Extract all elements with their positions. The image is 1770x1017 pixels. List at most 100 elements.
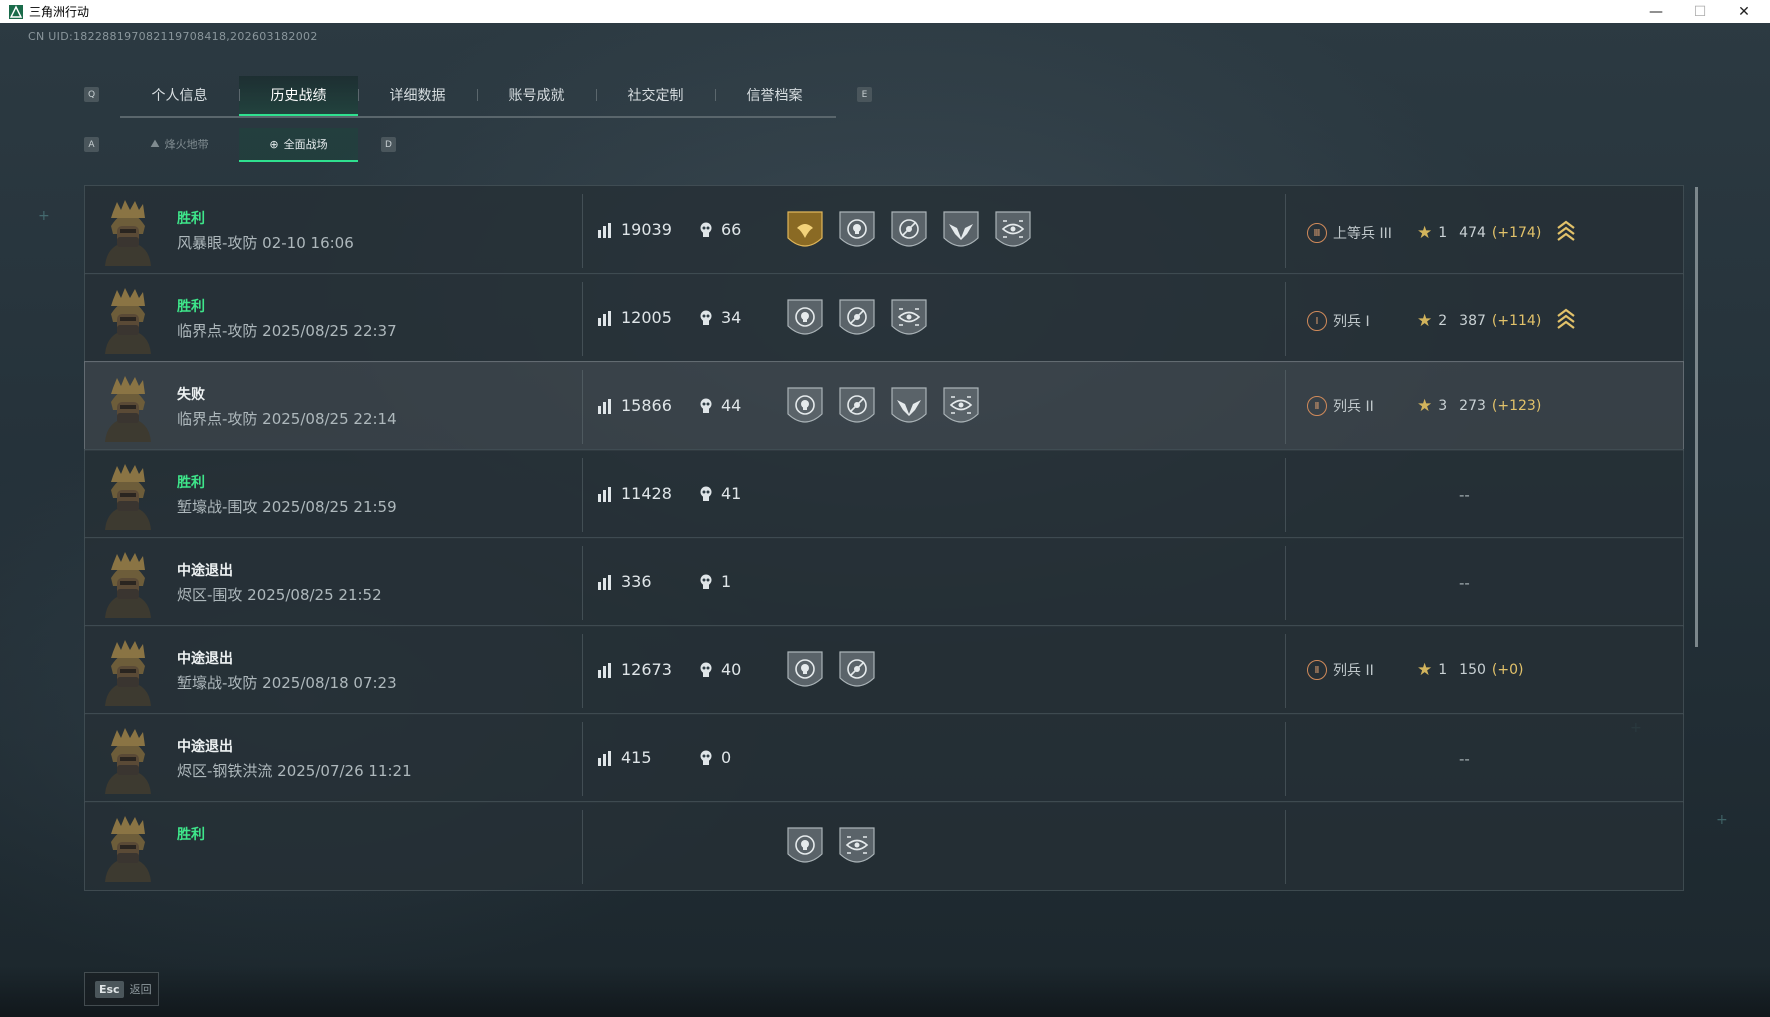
divider (1285, 370, 1286, 444)
match-row[interactable]: 胜利 堑壕战-围攻 2025/08/25 21:59 11428 41 -- (84, 449, 1684, 539)
bar-chart-icon (598, 486, 611, 502)
skull-medal-icon[interactable] (785, 824, 825, 870)
bar-chart-icon (598, 662, 611, 678)
operator-avatar (97, 812, 159, 882)
kills-value: 44 (721, 396, 742, 415)
rank-info: Ⅰ 列兵 I ★ 2 387 (+114) (1307, 308, 1575, 334)
rank-emblem-icon: Ⅲ (1307, 223, 1327, 243)
subtab-1[interactable]: ⊕ 全面战场 (239, 128, 358, 162)
winged-skull-medal-icon[interactable] (941, 208, 981, 254)
match-result: 胜利 (177, 827, 205, 843)
next-subtab-key[interactable]: D (381, 137, 396, 152)
prev-tab-key[interactable]: Q (84, 87, 99, 102)
divider (1285, 634, 1286, 708)
map-and-time: 烬区-围攻 2025/08/25 21:52 (177, 586, 382, 604)
no-entry-medal-icon[interactable] (837, 648, 877, 694)
rank-emblem-icon: Ⅱ (1307, 396, 1327, 416)
tab-3[interactable]: 账号成就 (477, 76, 596, 114)
divider (1285, 722, 1286, 796)
app-logo-icon (9, 4, 23, 19)
score-value: 336 (621, 572, 652, 591)
kills-value: 40 (721, 660, 742, 679)
skull-medal-icon[interactable] (785, 296, 825, 342)
tab-4[interactable]: 社交定制 (596, 76, 715, 114)
rank-info: Ⅱ 列兵 II ★ 1 150 (+0) (1307, 660, 1523, 680)
tab-0[interactable]: 个人信息 (120, 76, 239, 114)
match-result: 失败 (177, 387, 205, 403)
rank-name: 列兵 II (1333, 663, 1374, 679)
divider (582, 810, 583, 884)
tab-5[interactable]: 信誉档案 (715, 76, 834, 114)
skull-medal-icon[interactable] (785, 384, 825, 430)
back-button[interactable]: Esc 返回 (84, 972, 159, 1006)
rank-points: 273 (1459, 398, 1486, 414)
score-value: 15866 (621, 396, 672, 415)
tab-2[interactable]: 详细数据 (358, 76, 477, 114)
eye-medal-icon[interactable] (941, 384, 981, 430)
map-and-time: 风暴眼-攻防 02-10 16:06 (177, 234, 354, 252)
skull-medal-icon[interactable] (785, 648, 825, 694)
kills: 40 (699, 660, 741, 679)
no-entry-medal-icon[interactable] (837, 384, 877, 430)
match-row[interactable]: 中途退出 烬区-钢铁洪流 2025/07/26 11:21 415 0 -- (84, 713, 1684, 803)
match-result: 胜利 (177, 299, 205, 315)
close-button[interactable]: ✕ (1722, 0, 1766, 23)
match-row[interactable]: 胜利 (84, 801, 1684, 891)
bar-chart-icon (598, 750, 611, 766)
no-rank-placeholder: -- (1459, 574, 1470, 592)
maximize-button[interactable]: ☐ (1678, 0, 1722, 23)
rank-info: Ⅲ 上等兵 III ★ 1 474 (+174) (1307, 220, 1575, 246)
operator-avatar (97, 460, 159, 530)
match-result: 中途退出 (177, 563, 233, 579)
kills: 1 (699, 572, 731, 591)
mountain-icon: ⛰ (150, 137, 160, 150)
map-and-time: 临界点-攻防 2025/08/25 22:14 (177, 410, 397, 428)
kills: 66 (699, 220, 741, 239)
match-row[interactable]: 胜利 临界点-攻防 2025/08/25 22:37 12005 34 Ⅰ 列兵 I ★ 2 3… (84, 273, 1684, 363)
back-label: 返回 (129, 983, 152, 996)
match-history-list[interactable]: 胜利 风暴眼-攻防 02-10 16:06 19039 66 Ⅲ 上等兵 III ★ 1 474… (84, 185, 1686, 918)
tab-1[interactable]: 历史战绩 (239, 76, 358, 116)
match-row[interactable]: 胜利 风暴眼-攻防 02-10 16:06 19039 66 Ⅲ 上等兵 III ★ 1 474… (84, 185, 1684, 275)
match-row[interactable]: 中途退出烬区-围攻 2025/08/25 21:52 336 1 -- (84, 537, 1684, 627)
operator-avatar (97, 372, 159, 442)
divider (1285, 810, 1286, 884)
operator-avatar (97, 284, 159, 354)
score: 12005 (597, 308, 672, 327)
prev-subtab-key[interactable]: A (84, 137, 99, 152)
score-value: 415 (621, 748, 652, 767)
no-rank-placeholder: -- (1459, 486, 1470, 504)
rank-emblem-icon: Ⅰ (1307, 311, 1327, 331)
divider (582, 370, 583, 444)
kills-value: 41 (721, 484, 742, 503)
subtab-0[interactable]: ⛰ 烽火地带 (120, 128, 239, 160)
no-entry-medal-icon[interactable] (889, 208, 929, 254)
gold-eagle-medal-icon[interactable] (785, 208, 825, 254)
eye-medal-icon[interactable] (993, 208, 1033, 254)
kills-value: 0 (721, 748, 732, 767)
divider (582, 634, 583, 708)
eye-medal-icon[interactable] (889, 296, 929, 342)
winged-skull-medal-icon[interactable] (889, 384, 929, 430)
operator-avatar (97, 196, 159, 266)
rank-points: 150 (1459, 662, 1486, 678)
no-entry-medal-icon[interactable] (837, 296, 877, 342)
minimize-button[interactable]: — (1634, 0, 1678, 23)
no-rank-placeholder: -- (1459, 750, 1470, 768)
next-tab-key[interactable]: E (857, 87, 872, 102)
medal-list (785, 296, 929, 342)
star-icon: ★ (1417, 660, 1433, 680)
star-icon: ★ (1417, 223, 1433, 243)
eye-medal-icon[interactable] (837, 824, 877, 870)
match-row[interactable]: 失败 临界点-攻防 2025/08/25 22:14 15866 44 Ⅱ 列兵 II ★ 3… (84, 361, 1684, 451)
map-and-time: 堑壕战-围攻 2025/08/25 21:59 (177, 498, 397, 516)
kills: 44 (699, 396, 741, 415)
divider (582, 722, 583, 796)
list-scrollbar[interactable] (1695, 187, 1698, 647)
skull-medal-icon[interactable] (837, 208, 877, 254)
subtab-label: 全面战场 (283, 138, 328, 151)
map-and-time: 临界点-攻防 2025/08/25 22:37 (177, 322, 397, 340)
score-value: 11428 (621, 484, 672, 503)
sub-tabs: ⛰ 烽火地带 ⊕ 全面战场 (120, 128, 358, 162)
match-row[interactable]: 中途退出 堑壕战-攻防 2025/08/18 07:23 12673 40 Ⅱ 列兵 II… (84, 625, 1684, 715)
